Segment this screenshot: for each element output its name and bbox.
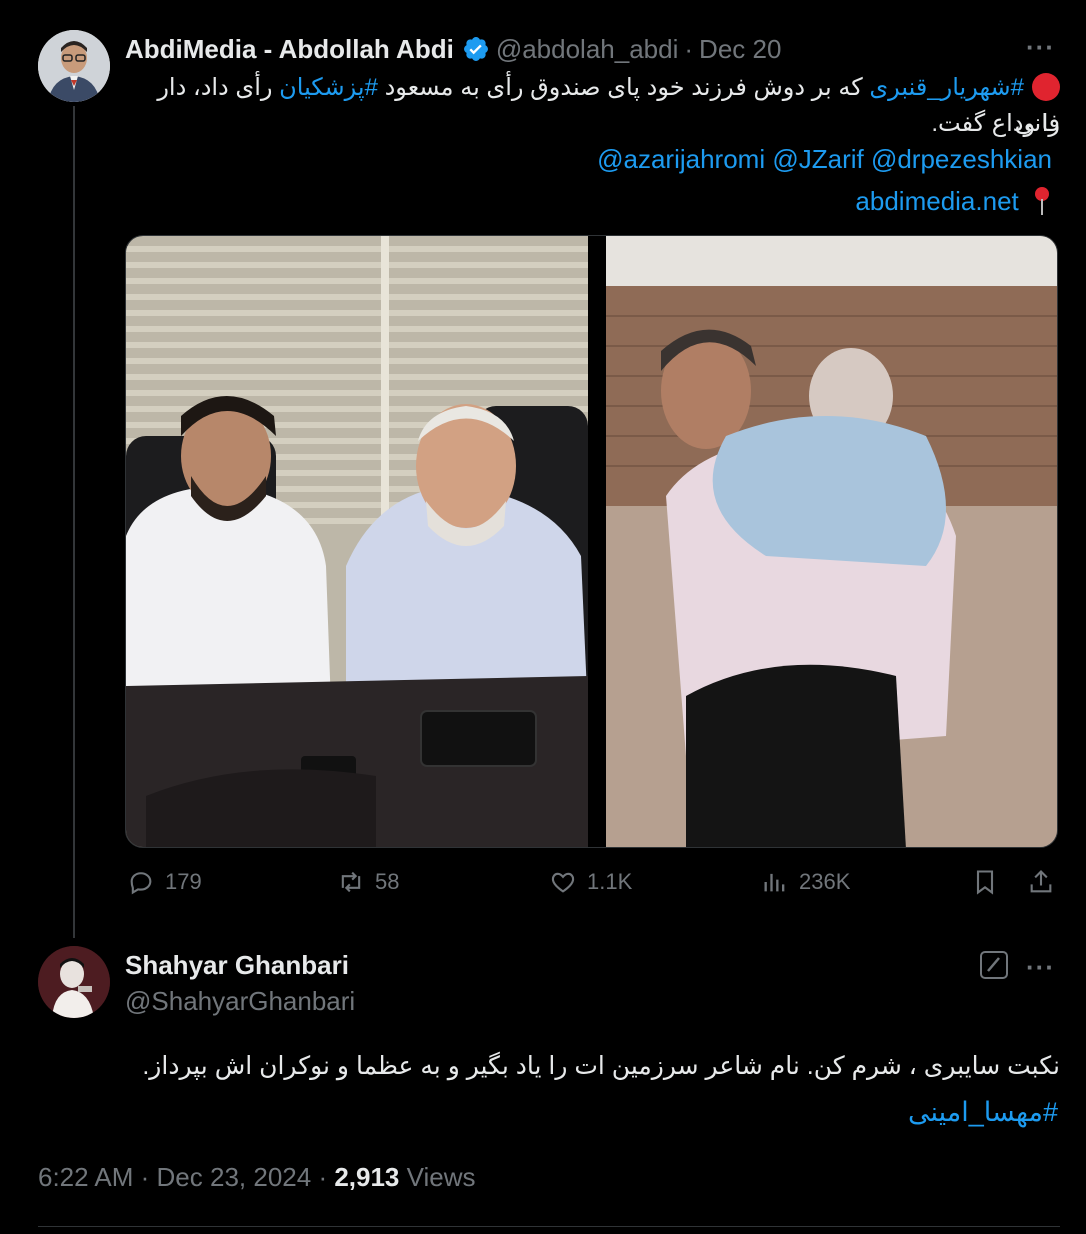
tweet-date[interactable]: Dec 20 <box>699 34 781 65</box>
site-link[interactable]: abdimedia.net <box>855 186 1018 216</box>
views-button[interactable]: 236K <box>761 868 850 896</box>
views-count: 2,913 <box>334 1162 400 1192</box>
bookmark-icon <box>976 870 994 895</box>
tweet2-handle-row: @ShahyarGhanbari <box>125 986 355 1017</box>
pin-icon <box>1032 186 1052 216</box>
thread-connector <box>73 106 75 938</box>
tweet-full-date[interactable]: Dec 23, 2024 <box>157 1162 312 1192</box>
reply-icon <box>130 872 152 895</box>
repost-button[interactable]: 58 <box>337 868 399 896</box>
hashtag-link[interactable]: #شهریار_قنبری <box>869 74 1024 101</box>
verified-badge-icon <box>462 35 490 63</box>
reply-button[interactable]: 179 <box>127 868 202 896</box>
view-count: 236K <box>799 869 851 894</box>
tweet2-text: نکبت سایبری ، شرم کن. نام شاعر سرزمین ات… <box>142 1052 1060 1080</box>
repost-icon <box>341 871 361 893</box>
analytics-icon <box>764 873 785 892</box>
avatar-shahyar[interactable] <box>38 946 110 1018</box>
share-button[interactable] <box>1027 868 1065 896</box>
grok-icon[interactable] <box>980 951 1008 979</box>
separator-dot: · <box>318 1162 335 1192</box>
mentions-links[interactable]: @azarijahromi @JZarif @drpezeshkian <box>597 144 1052 175</box>
avatar-abdimedia[interactable] <box>38 30 110 102</box>
more-options-icon[interactable]: ··· <box>1026 952 1055 983</box>
tweet1-header: AbdiMedia - Abdollah Abdi @abdolah_abdi … <box>125 30 781 65</box>
site-link-row: abdimedia.net <box>855 180 1052 217</box>
tweet2-header: Shahyar Ghanbari <box>125 950 349 981</box>
tweet2-meta: 6:22 AM · Dec 23, 2024 · 2,913 Views <box>38 1162 476 1193</box>
tweet-media-image[interactable] <box>125 235 1058 848</box>
red-circle-icon <box>1032 73 1060 101</box>
hashtag-link[interactable]: #پزشکیان <box>279 74 378 101</box>
heart-icon <box>551 872 575 893</box>
like-button[interactable]: 1.1K <box>549 868 632 896</box>
more-options-icon[interactable]: ··· <box>1026 32 1055 63</box>
handle[interactable]: @abdolah_abdi <box>496 34 679 65</box>
separator-dot: · <box>684 34 694 64</box>
display-name[interactable]: AbdiMedia - Abdollah Abdi <box>125 34 454 65</box>
text-fragment: که بر دوش فرزند خود پای صندوق رأی به مسع… <box>377 74 870 101</box>
separator-dot: · <box>140 1162 157 1192</box>
views-label: Views <box>406 1162 476 1192</box>
like-count: 1.1K <box>587 869 633 894</box>
repost-count: 58 <box>375 869 400 894</box>
tweet1-actions: 179 58 1.1K 236K <box>125 868 1060 908</box>
tweet1-text-line2: را وداع گفت. <box>931 110 1060 137</box>
tweet-time[interactable]: 6:22 AM <box>38 1162 133 1192</box>
display-name[interactable]: Shahyar Ghanbari <box>125 950 349 981</box>
bookmark-button[interactable] <box>971 868 1009 896</box>
handle[interactable]: @ShahyarGhanbari <box>125 986 355 1017</box>
share-icon <box>1030 870 1052 893</box>
reply-count: 179 <box>165 869 202 894</box>
divider <box>38 1226 1060 1227</box>
hashtag-link[interactable]: #مهسا_امینی <box>38 1094 1058 1130</box>
